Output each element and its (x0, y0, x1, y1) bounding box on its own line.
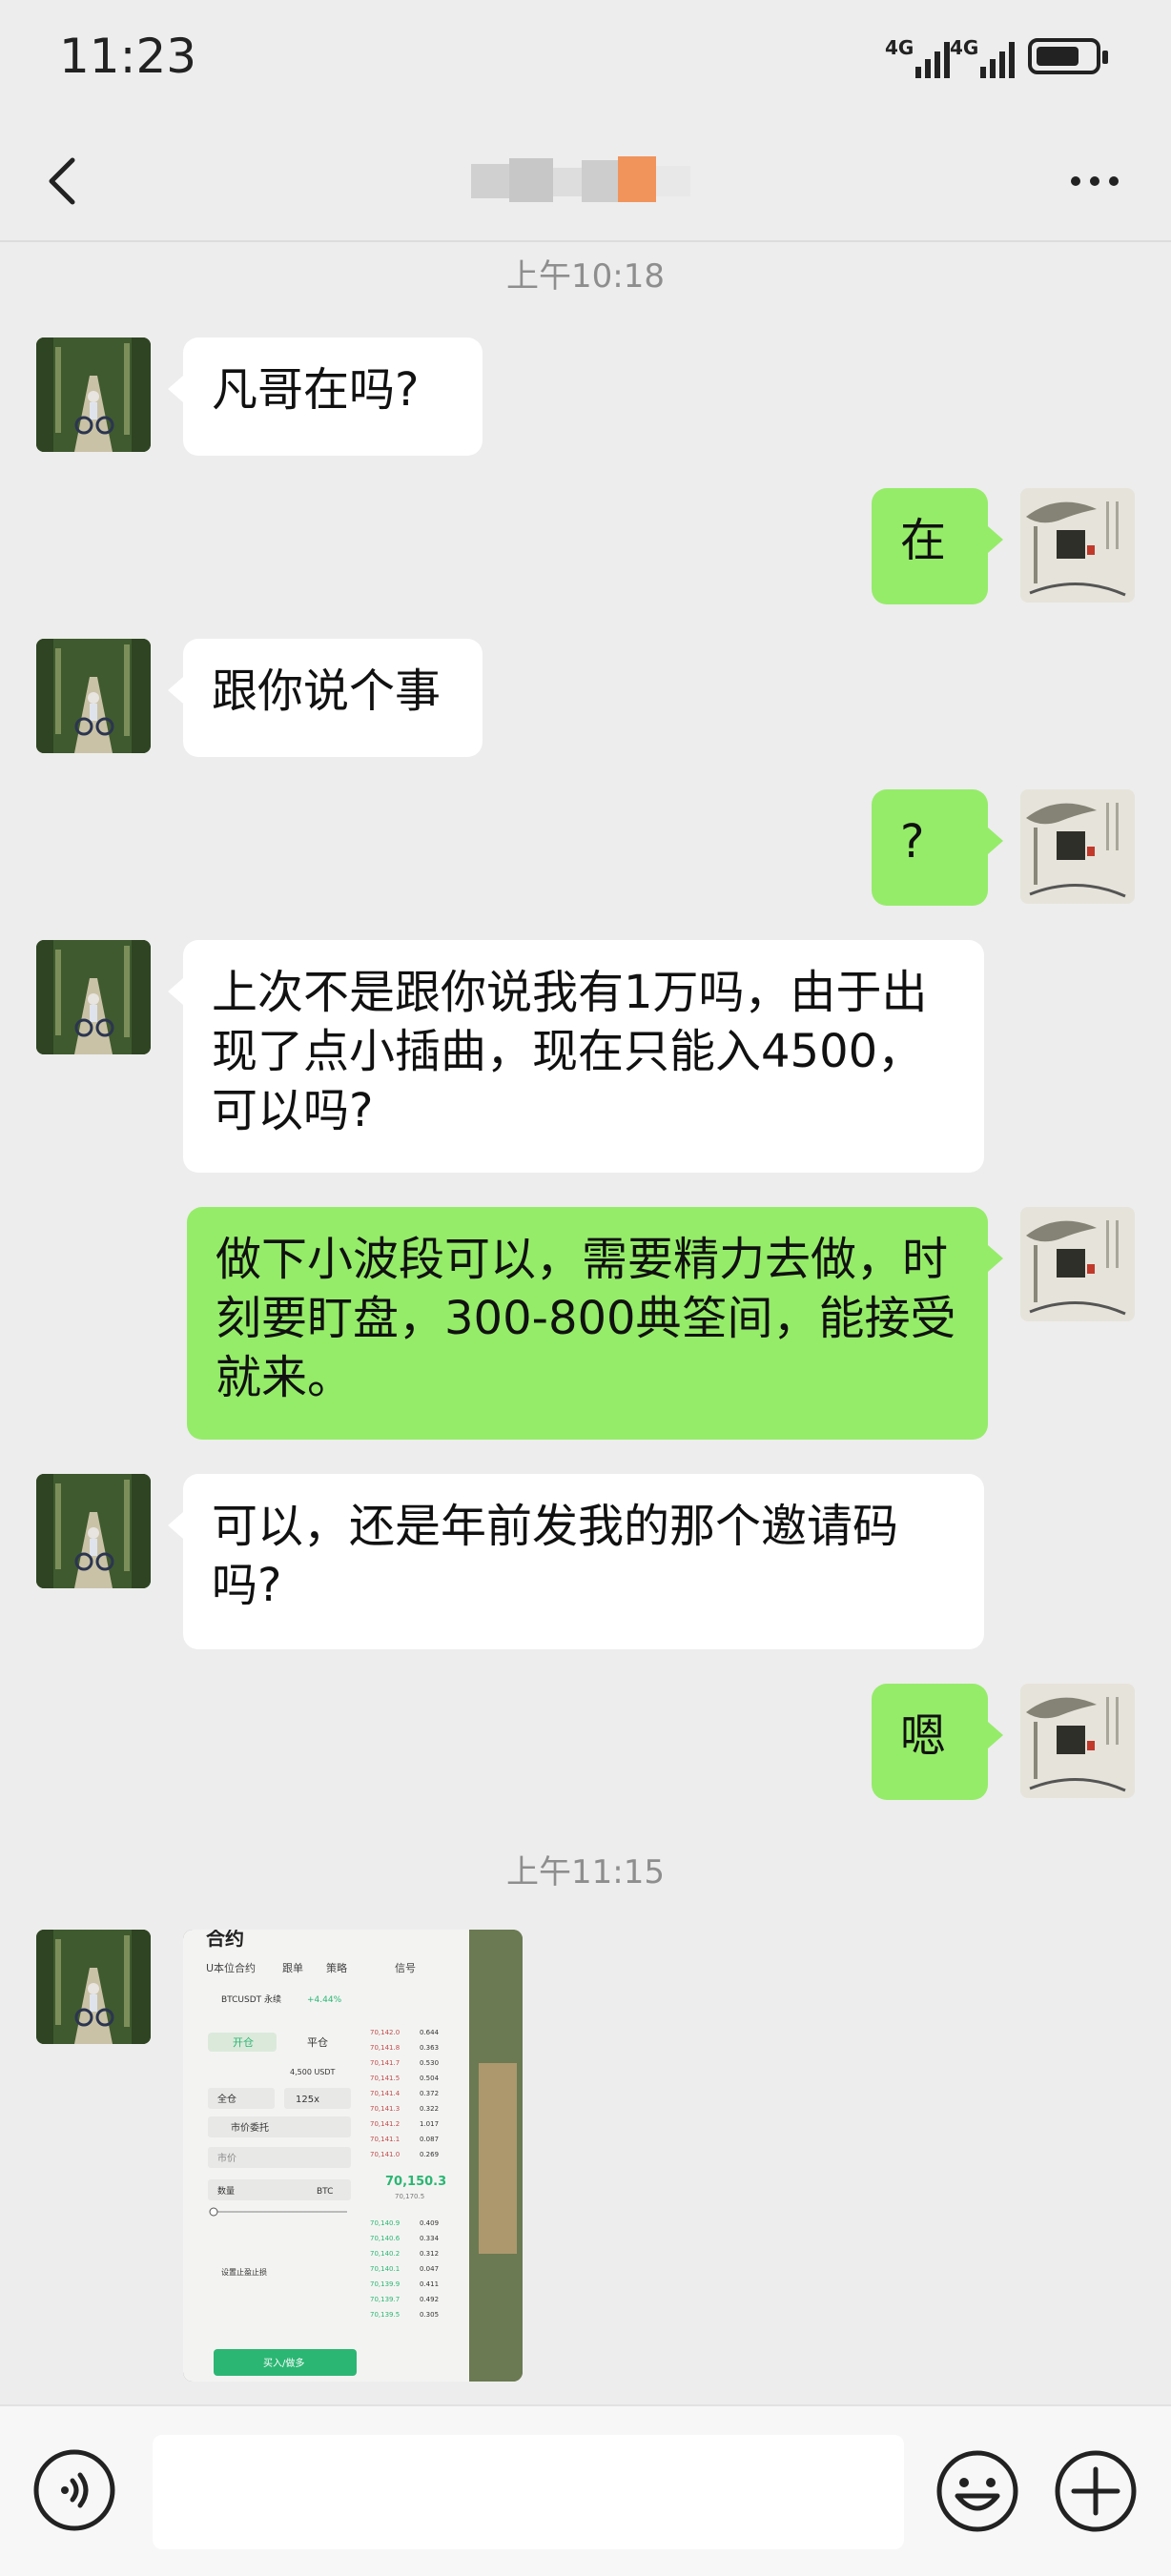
svg-text:0.312: 0.312 (420, 2250, 439, 2258)
more-icon[interactable] (1066, 162, 1123, 200)
qty-unit: BTC (317, 2187, 333, 2197)
chat-header (0, 124, 1171, 238)
qty-label: 数量 (217, 2185, 235, 2197)
svg-text:0.087: 0.087 (420, 2136, 439, 2143)
self-avatar[interactable] (1020, 1207, 1135, 1321)
close-tab: 平仓 (307, 2035, 328, 2049)
message-input[interactable] (153, 2435, 904, 2549)
self-avatar[interactable] (1020, 789, 1135, 904)
svg-text:70,140.2: 70,140.2 (370, 2250, 400, 2258)
status-time: 11:23 (59, 29, 197, 84)
svg-text:0.372: 0.372 (420, 2090, 439, 2097)
status-bar: 11:23 4G 4G (0, 0, 1171, 114)
message-bubble[interactable]: 嗯 (872, 1684, 1003, 1800)
trade-change: +4.44% (307, 1995, 342, 2005)
margin-mode: 全仓 (217, 2093, 236, 2105)
message-bubble[interactable]: ? (872, 789, 1003, 906)
contact-name-blurred (471, 151, 700, 212)
back-icon[interactable] (38, 153, 95, 210)
message-bubble[interactable]: 做下小波段可以，需要精力去做，时刻要盯盘，300-800典筌间，能接受就来。 (187, 1207, 1003, 1440)
svg-text:70,140.6: 70,140.6 (370, 2235, 401, 2242)
timestamp: 上午11:15 (506, 1853, 665, 1891)
tp-sl-toggle: 设置止盈止损 (221, 2267, 267, 2277)
svg-text:70,141.5: 70,141.5 (370, 2075, 400, 2082)
add-attachment-icon[interactable] (1053, 2448, 1139, 2534)
message-bubble[interactable]: 可以，还是年前发我的那个邀请码吗? (168, 1474, 984, 1649)
svg-text:70,139.9: 70,139.9 (370, 2280, 400, 2288)
svg-text:70,141.2: 70,141.2 (370, 2120, 400, 2128)
image-message-trading-screenshot[interactable]: 合约 U本位合约 跟单 策略 信号 BTCUSDT 永续 +4.44% 开仓 平… (183, 1930, 523, 2382)
svg-text:0.363: 0.363 (420, 2044, 439, 2052)
svg-text:0.322: 0.322 (420, 2105, 439, 2113)
svg-text:0.409: 0.409 (420, 2219, 439, 2227)
emoji-icon[interactable] (935, 2448, 1020, 2534)
battery-icon (1028, 38, 1108, 74)
svg-text:0.504: 0.504 (420, 2075, 440, 2082)
svg-text:70,139.5: 70,139.5 (370, 2311, 400, 2319)
trade-tab: 跟单 (282, 1962, 303, 1974)
svg-text:0.411: 0.411 (420, 2280, 439, 2288)
trade-tab: 信号 (395, 1962, 416, 1974)
open-tab: 开仓 (233, 2035, 254, 2049)
contact-avatar[interactable] (36, 940, 151, 1054)
header-divider (0, 240, 1171, 242)
order-type: 市价委托 (231, 2121, 269, 2134)
svg-text:70,140.9: 70,140.9 (370, 2219, 400, 2227)
network-type-1: 4G (885, 36, 914, 59)
svg-text:70,141.7: 70,141.7 (370, 2059, 400, 2067)
svg-text:0.530: 0.530 (420, 2059, 439, 2067)
self-avatar[interactable] (1020, 488, 1135, 603)
self-avatar[interactable] (1020, 1684, 1135, 1798)
svg-text:70,139.7: 70,139.7 (370, 2296, 400, 2303)
trade-tab: 策略 (326, 1961, 347, 1974)
mid-price: 70,150.3 (385, 2175, 446, 2189)
svg-text:70,141.4: 70,141.4 (370, 2090, 401, 2097)
buy-button: 买入/做多 (263, 2357, 304, 2369)
svg-text:70,141.8: 70,141.8 (370, 2044, 400, 2052)
available-balance: 4,500 USDT (290, 2068, 336, 2076)
timestamp: 上午10:18 (506, 257, 665, 296)
svg-text:0.047: 0.047 (420, 2265, 439, 2273)
trade-tab: U本位合约 (206, 1961, 256, 1974)
trade-pair: BTCUSDT 永续 (221, 1993, 281, 2005)
svg-text:0.269: 0.269 (420, 2151, 439, 2158)
svg-text:70,142.0: 70,142.0 (370, 2029, 400, 2036)
svg-text:0.334: 0.334 (420, 2235, 440, 2242)
contact-avatar[interactable] (36, 639, 151, 753)
svg-text:70,141.0: 70,141.0 (370, 2151, 400, 2158)
svg-text:0.644: 0.644 (420, 2029, 440, 2036)
input-bar (0, 2404, 1171, 2576)
price-field: 市价 (217, 2152, 236, 2164)
svg-text:0.492: 0.492 (420, 2296, 439, 2303)
message-bubble[interactable]: 在 (872, 488, 1003, 604)
svg-text:1.017: 1.017 (420, 2120, 439, 2128)
svg-text:70,141.3: 70,141.3 (370, 2105, 400, 2113)
voice-input-icon[interactable] (32, 2448, 116, 2532)
contact-avatar[interactable] (36, 337, 151, 452)
trade-title: 合约 (206, 1930, 244, 1950)
svg-text:70,141.1: 70,141.1 (370, 2136, 400, 2143)
network-type-2: 4G (950, 36, 979, 59)
mid-sub: 70,170.5 (395, 2193, 424, 2200)
svg-text:70,140.1: 70,140.1 (370, 2265, 400, 2273)
message-bubble[interactable]: 上次不是跟你说我有1万吗，由于出现了点小插曲，现在只能入4500，可以吗? (168, 940, 984, 1173)
message-bubble[interactable]: 跟你说个事 (168, 639, 483, 757)
contact-avatar[interactable] (36, 1474, 151, 1588)
svg-text:0.305: 0.305 (420, 2311, 439, 2319)
leverage: 125x (296, 2095, 319, 2105)
message-bubble[interactable]: 凡哥在吗? (168, 337, 483, 456)
contact-avatar[interactable] (36, 1930, 151, 2044)
